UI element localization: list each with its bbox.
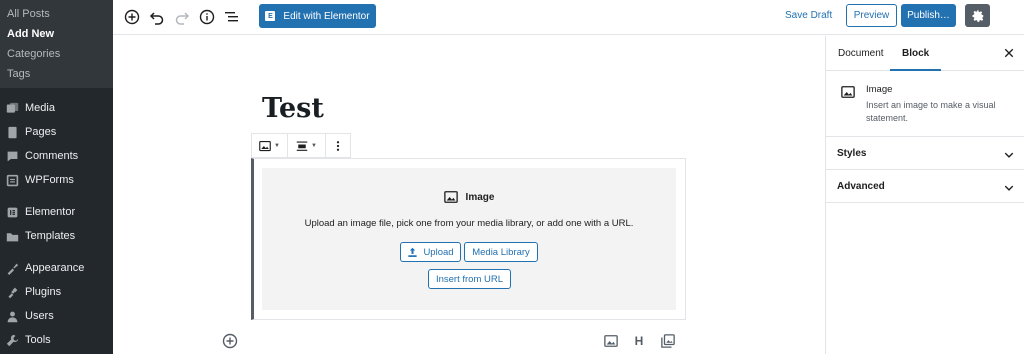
more-options-button[interactable]: [326, 134, 350, 157]
upload-icon: [408, 247, 418, 257]
post-title[interactable]: Test: [262, 93, 324, 124]
tab-document[interactable]: Document: [838, 36, 884, 71]
menu-item-label: Templates: [25, 230, 76, 242]
block-card: Image Insert an image to make a visual s…: [826, 71, 1024, 137]
submenu-categories[interactable]: Categories: [0, 44, 113, 64]
wpforms-icon: [5, 173, 19, 187]
placeholder-title: Image: [465, 191, 495, 203]
menu-item-label: Plugins: [25, 286, 62, 298]
image-icon: [259, 140, 271, 151]
block-navigation-icon[interactable]: [223, 8, 241, 26]
menu-item-label: WPForms: [25, 174, 74, 186]
upload-button[interactable]: Upload: [400, 242, 461, 262]
chevron-down-icon: ▼: [274, 142, 280, 149]
image-icon[interactable]: [603, 333, 619, 349]
posts-submenu: All Posts Add New Categories Tags: [0, 0, 113, 88]
menu-item-label: Elementor: [25, 206, 76, 218]
menu-item-wpforms[interactable]: WPForms: [0, 168, 113, 192]
panel-title: Advanced: [837, 181, 885, 192]
panel-styles[interactable]: Styles: [826, 137, 1024, 170]
block-card-description: Insert an image to make a visual stateme…: [866, 100, 996, 123]
menu-item-templates[interactable]: Templates: [0, 224, 113, 248]
menu-item-tools[interactable]: Tools: [0, 328, 113, 352]
sidebar-tabs: Document Block: [826, 36, 1024, 71]
tab-block[interactable]: Block: [890, 36, 942, 71]
submenu-add-new[interactable]: Add New: [0, 24, 113, 44]
plugins-icon: [5, 285, 19, 299]
panel-advanced[interactable]: Advanced: [826, 170, 1024, 203]
info-icon[interactable]: [198, 8, 216, 26]
menu-item-label: Users: [25, 310, 54, 322]
block-type-switcher[interactable]: ▼: [252, 134, 288, 157]
menu-item-label: Media: [25, 102, 55, 114]
redo-icon[interactable]: [173, 8, 191, 26]
save-draft-link[interactable]: Save Draft: [785, 10, 832, 21]
undo-icon[interactable]: [148, 8, 166, 26]
edit-with-elementor-label: Edit with Elementor: [283, 10, 370, 22]
chevron-down-icon: ▼: [311, 142, 317, 149]
media-library-button[interactable]: Media Library: [464, 242, 538, 262]
tools-icon: [5, 333, 19, 347]
publish-button[interactable]: Publish…: [901, 4, 956, 27]
preview-button[interactable]: Preview: [846, 4, 897, 27]
image-placeholder: Image Upload an image file, pick one fro…: [262, 168, 676, 310]
menu-item-pages[interactable]: Pages: [0, 120, 113, 144]
menu-item-label: Tools: [25, 334, 51, 346]
gallery-icon[interactable]: [660, 333, 676, 349]
heading-shortcut: H: [634, 334, 644, 348]
menu-item-comments[interactable]: Comments: [0, 144, 113, 168]
menu-item-plugins[interactable]: Plugins: [0, 280, 113, 304]
insert-from-url-button[interactable]: Insert from URL: [428, 269, 511, 289]
chevron-down-icon: [1003, 148, 1015, 160]
menu-item-media[interactable]: Media: [0, 96, 113, 120]
add-block-icon[interactable]: [222, 333, 238, 349]
elementor-logo-icon: E: [265, 11, 276, 21]
settings-gear-button[interactable]: [965, 4, 990, 27]
menu-item-label: Comments: [25, 150, 79, 162]
edit-with-elementor-button[interactable]: E Edit with Elementor: [259, 4, 376, 28]
placeholder-instructions: Upload an image file, pick one from your…: [304, 218, 634, 229]
editor-toolbar: E Edit with Elementor Save Draft Preview…: [113, 0, 1024, 35]
menu-item-label: Appearance: [25, 262, 85, 274]
comments-icon: [5, 149, 19, 163]
media-icon: [5, 101, 19, 115]
submenu-all-posts[interactable]: All Posts: [0, 4, 113, 24]
menu-item-label: Pages: [25, 126, 57, 138]
submenu-tags[interactable]: Tags: [0, 64, 113, 84]
templates-icon: [5, 229, 19, 243]
close-icon[interactable]: [1003, 46, 1015, 58]
upload-label: Upload: [423, 246, 454, 258]
alignment-dropdown[interactable]: ▼: [288, 134, 326, 157]
appearance-icon: [5, 261, 19, 275]
pages-icon: [5, 125, 19, 139]
admin-sidebar: All Posts Add New Categories Tags Media …: [0, 0, 113, 354]
image-icon: [443, 191, 458, 203]
placeholder-label: Image: [262, 190, 676, 204]
align-center-icon: [296, 141, 308, 151]
menu-item-appearance[interactable]: Appearance: [0, 256, 113, 280]
menu-item-users[interactable]: Users: [0, 304, 113, 328]
heading-icon[interactable]: H: [631, 333, 647, 349]
add-block-icon[interactable]: [123, 8, 141, 26]
chevron-down-icon: [1003, 181, 1015, 193]
image-icon: [841, 85, 855, 99]
menu-item-elementor[interactable]: Elementor: [0, 200, 113, 224]
block-toolbar: ▼ ▼: [251, 133, 351, 158]
elementor-icon: [5, 205, 19, 219]
panel-title: Styles: [837, 148, 867, 159]
users-icon: [5, 309, 19, 323]
settings-sidebar: Document Block Image Insert an image to …: [825, 36, 1024, 354]
more-vertical-icon: [336, 140, 340, 151]
gear-icon: [971, 9, 983, 22]
block-card-title: Image: [866, 84, 893, 95]
